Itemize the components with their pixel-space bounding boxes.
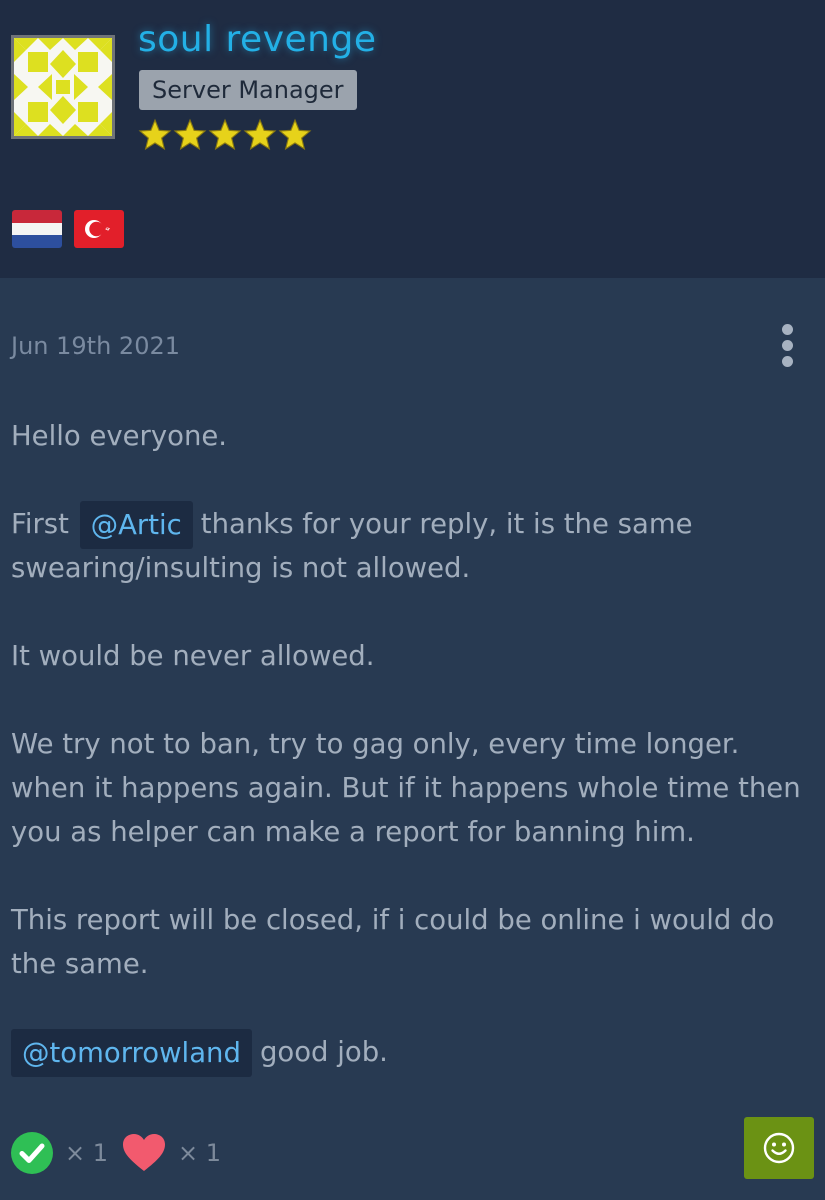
star-icon <box>138 118 172 151</box>
reaction-love[interactable]: × 1 <box>122 1133 235 1173</box>
mention-link[interactable]: @tomorrowland <box>11 1029 252 1077</box>
post-paragraph: First @Artic thanks for your reply, it is… <box>11 501 811 590</box>
post-paragraph: It would be never allowed. <box>11 640 375 672</box>
react-button[interactable] <box>744 1117 814 1179</box>
reaction-count: × 1 <box>65 1139 109 1167</box>
rank-stars <box>138 118 312 152</box>
reaction-count: × 1 <box>178 1139 222 1167</box>
turkey-flag-icon <box>74 210 124 248</box>
menu-dot-icon <box>781 323 793 335</box>
star-icon <box>278 118 312 151</box>
rank-badge: Server Manager <box>139 70 357 110</box>
smiley-icon <box>763 1132 795 1164</box>
menu-dot-icon <box>781 339 793 351</box>
heart-icon <box>123 1134 166 1171</box>
star-icon <box>208 118 242 151</box>
post-paragraph: This report will be closed, if i could b… <box>11 904 775 980</box>
reaction-like[interactable]: × 1 <box>11 1132 122 1174</box>
reaction-summary[interactable]: × 1 × 1 <box>11 1130 235 1176</box>
post-body: Hello everyone. First @Artic thanks for y… <box>11 414 811 1077</box>
author-header: soul revenge Server Manager <box>0 0 825 278</box>
post-paragraph: We try not to ban, try to gag only, ever… <box>11 728 801 848</box>
star-icon <box>173 118 207 151</box>
paragraph-text: good job. <box>259 1036 388 1068</box>
avatar[interactable] <box>11 35 115 139</box>
username[interactable]: soul revenge <box>138 16 376 64</box>
netherlands-flag-icon <box>12 210 62 248</box>
post-menu-button[interactable] <box>772 320 802 370</box>
post-date[interactable]: Jun 19th 2021 <box>11 328 180 364</box>
paragraph-text: First <box>11 508 69 540</box>
star-icon <box>243 118 277 151</box>
post-paragraph: @tomorrowland good job. <box>11 1029 811 1077</box>
mention-link[interactable]: @Artic <box>79 501 193 549</box>
post-paragraph: Hello everyone. <box>11 420 228 452</box>
menu-dot-icon <box>781 355 793 367</box>
check-icon <box>11 1132 53 1174</box>
flags <box>12 210 124 248</box>
